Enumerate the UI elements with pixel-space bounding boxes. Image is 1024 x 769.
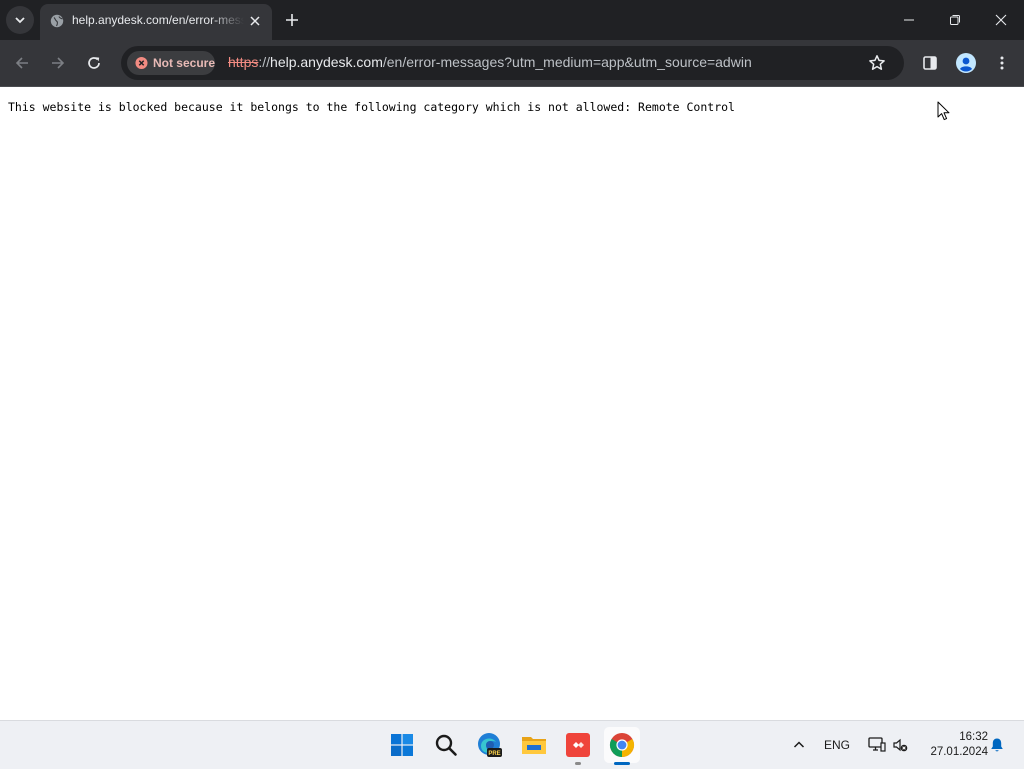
tab-search-button[interactable] [6, 6, 34, 34]
arrow-right-icon [52, 57, 65, 69]
reload-button[interactable] [80, 49, 108, 77]
network-icon [868, 737, 886, 752]
language-indicator[interactable]: ENG [818, 721, 856, 769]
restore-icon [950, 15, 960, 25]
chrome-button[interactable] [604, 727, 640, 765]
plus-icon [286, 14, 298, 26]
clock-date: 27.01.2024 [930, 746, 988, 758]
url-separator: :// [258, 54, 271, 70]
anydesk-icon [566, 733, 590, 757]
folder-icon [522, 737, 546, 754]
profile-button[interactable] [952, 49, 980, 77]
bell-icon [991, 738, 1003, 752]
browser-tab-strip: help.anydesk.com/en/error-messages [0, 0, 1024, 40]
more-vertical-icon [1000, 56, 1004, 70]
url-path: /en/error-messages?utm_medium=app&utm_so… [382, 54, 752, 70]
windows-logo-icon [391, 734, 413, 756]
reload-icon [88, 57, 100, 69]
not-secure-icon [135, 56, 148, 70]
clock-time: 16:32 [959, 731, 988, 743]
star-icon [869, 55, 885, 70]
tab-close-button[interactable] [246, 12, 264, 30]
bookmark-star-button[interactable] [865, 51, 889, 75]
edge-icon: PRE [478, 733, 502, 757]
volume-muted-icon [893, 738, 908, 752]
browser-tab-active[interactable]: help.anydesk.com/en/error-messages [40, 4, 272, 40]
windows-taskbar: PRE ENG 16:32 27.01.2024 [0, 720, 1024, 769]
close-icon [250, 16, 260, 26]
close-icon [995, 14, 1007, 26]
url-host: help.anydesk.com [270, 54, 383, 70]
edge-preview-button[interactable]: PRE [472, 727, 508, 763]
minimize-icon [904, 19, 914, 21]
avatar-icon [956, 53, 976, 73]
show-hidden-icons-button[interactable] [786, 721, 812, 769]
arrow-left-icon [15, 57, 28, 69]
blocked-message: This website is blocked because it belon… [8, 100, 735, 114]
close-window-button[interactable] [978, 0, 1024, 40]
language-label: ENG [823, 738, 850, 752]
chevron-down-icon [15, 17, 25, 24]
running-indicator [575, 762, 581, 765]
edge-pre-badge: PRE [488, 751, 500, 757]
mouse-cursor-icon [937, 101, 950, 121]
forward-button[interactable] [44, 49, 72, 77]
chrome-icon [609, 733, 635, 757]
browser-toolbar: Not secure https://help.anydesk.com/en/e… [0, 40, 1024, 87]
chevron-up-icon [793, 741, 805, 748]
anydesk-button[interactable] [560, 727, 596, 765]
start-button[interactable] [384, 727, 420, 763]
menu-button[interactable] [988, 49, 1016, 77]
side-panel-icon [923, 56, 937, 70]
file-explorer-button[interactable] [516, 727, 552, 763]
restore-button[interactable] [932, 0, 978, 40]
notifications-button[interactable] [986, 721, 1008, 769]
globe-icon [50, 14, 64, 28]
active-indicator [614, 762, 630, 765]
url-text[interactable]: https://help.anydesk.com/en/error-messag… [228, 54, 752, 70]
address-bar[interactable]: Not secure https://help.anydesk.com/en/e… [121, 46, 904, 80]
new-tab-button[interactable] [280, 8, 304, 32]
search-button[interactable] [428, 727, 464, 763]
clock[interactable]: 16:32 27.01.2024 [916, 730, 988, 760]
not-secure-label: Not secure [152, 56, 215, 70]
page-content: This website is blocked because it belon… [0, 87, 1024, 720]
minimize-button[interactable] [886, 0, 932, 40]
side-panel-button[interactable] [916, 49, 944, 77]
search-icon [435, 734, 457, 756]
site-info-chip[interactable]: Not secure [127, 51, 215, 75]
network-volume-button[interactable] [862, 721, 914, 769]
url-scheme: https [228, 54, 259, 70]
tab-title: help.anydesk.com/en/error-messages [72, 13, 244, 27]
back-button[interactable] [8, 49, 36, 77]
